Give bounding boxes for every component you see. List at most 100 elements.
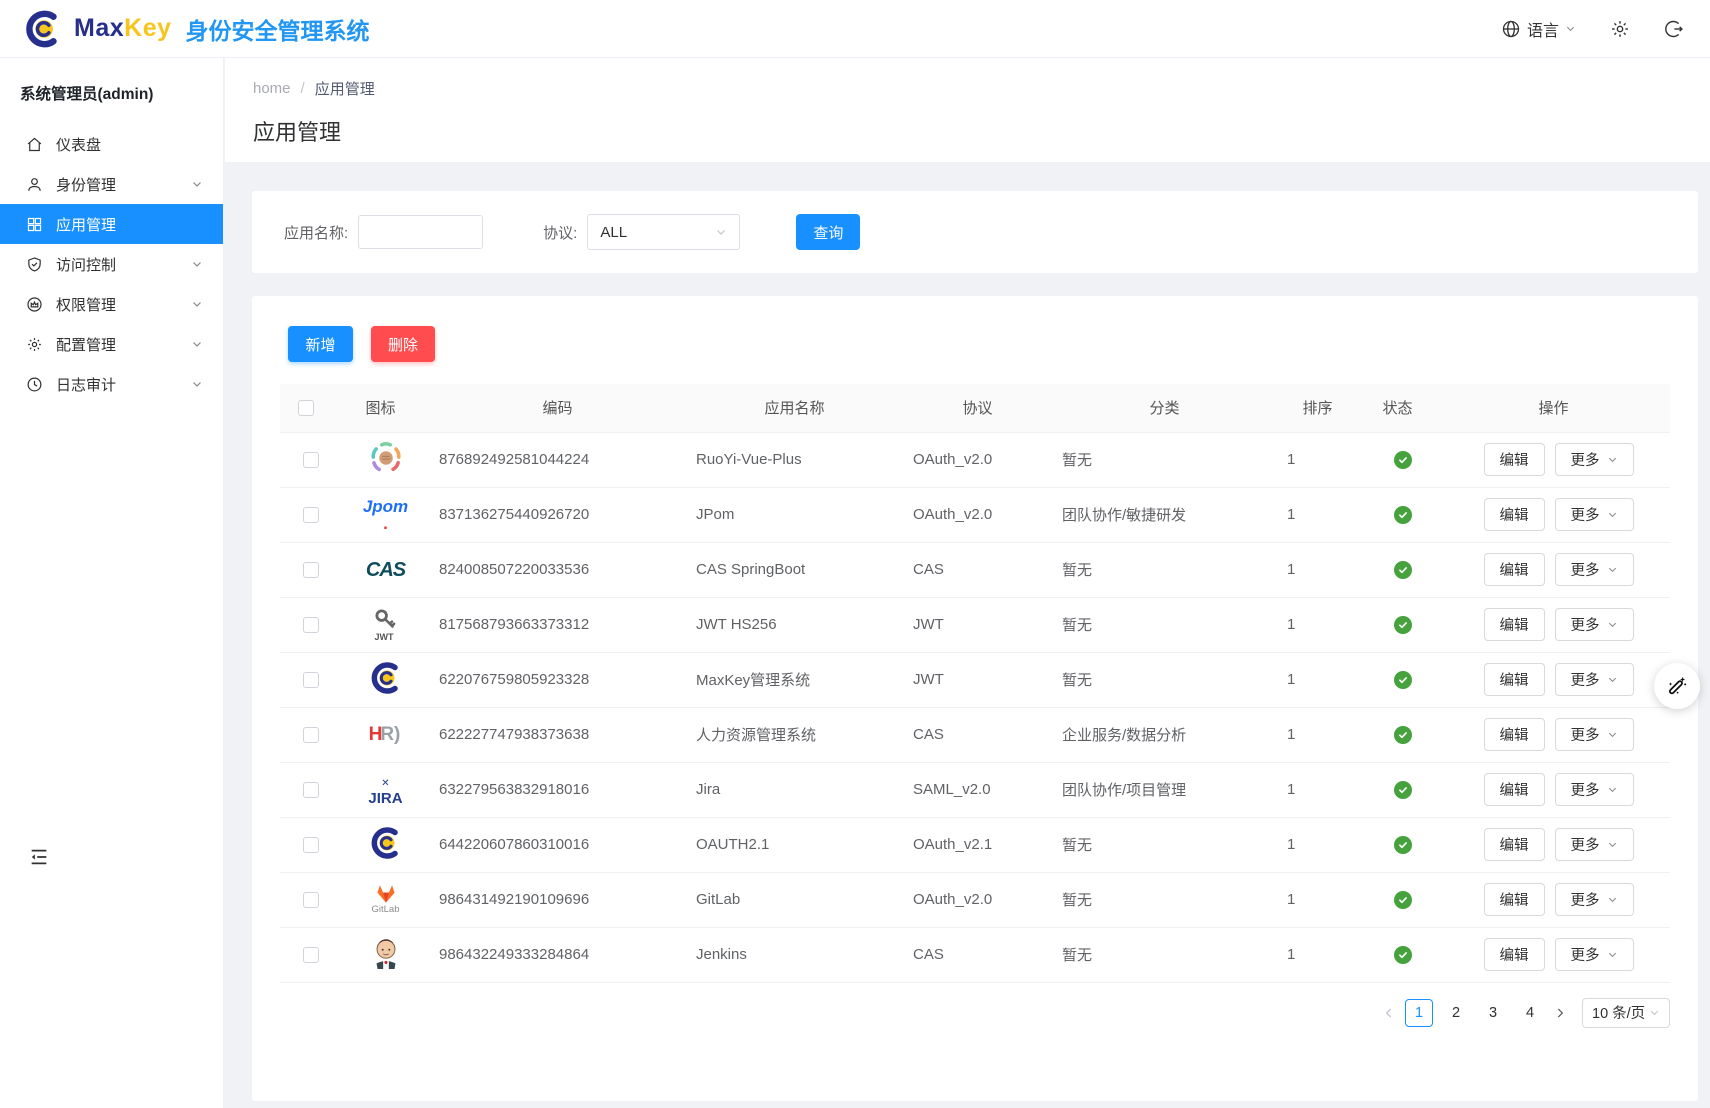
appstore-icon — [26, 216, 43, 233]
more-button[interactable]: 更多 — [1555, 883, 1634, 916]
protocol-label: 协议: — [543, 222, 577, 243]
cell-protocol: OAuth_v2.0 — [903, 432, 1052, 487]
chevron-down-icon — [1607, 454, 1618, 465]
row-checkbox[interactable] — [303, 562, 319, 578]
edit-button[interactable]: 编辑 — [1484, 553, 1545, 586]
more-button[interactable]: 更多 — [1555, 828, 1634, 861]
edit-button[interactable]: 编辑 — [1484, 938, 1545, 971]
gear-icon[interactable] — [1610, 19, 1630, 39]
chevron-down-icon — [1649, 1007, 1660, 1018]
pagination: 1234 10 条/页 — [252, 998, 1670, 1028]
globe-icon — [1501, 19, 1521, 39]
chevron-down-icon — [1607, 949, 1618, 960]
user-icon — [26, 176, 43, 193]
cell-icon: ✕JIRA — [332, 762, 429, 817]
protocol-select[interactable]: ALL — [587, 214, 740, 250]
edit-button[interactable]: 编辑 — [1484, 883, 1545, 916]
page-number-2[interactable]: 2 — [1442, 999, 1470, 1027]
cell-code: 824008507220033536 — [429, 542, 686, 597]
page-size-select[interactable]: 10 条/页 — [1582, 998, 1670, 1028]
edit-button[interactable]: 编辑 — [1484, 828, 1545, 861]
cell-status — [1358, 927, 1437, 982]
chevron-down-icon — [1607, 784, 1618, 795]
more-button[interactable]: 更多 — [1555, 553, 1634, 586]
more-button[interactable]: 更多 — [1555, 938, 1634, 971]
more-button[interactable]: 更多 — [1555, 718, 1634, 751]
cell-protocol: CAS — [903, 542, 1052, 597]
breadcrumb-home-link[interactable]: home — [253, 80, 291, 97]
row-checkbox[interactable] — [303, 617, 319, 633]
sidebar-item-label: 应用管理 — [56, 214, 116, 235]
row-checkbox[interactable] — [303, 672, 319, 688]
page-number-3[interactable]: 3 — [1479, 999, 1507, 1027]
row-checkbox[interactable] — [303, 727, 319, 743]
cell-category: 暂无 — [1052, 817, 1277, 872]
sidebar-item-setting[interactable]: 配置管理 — [0, 324, 223, 364]
column-header: 状态 — [1358, 384, 1437, 432]
more-button[interactable]: 更多 — [1555, 608, 1634, 641]
cell-icon — [332, 432, 429, 487]
pagination-next-icon[interactable] — [1553, 1006, 1567, 1020]
theme-wand-button[interactable] — [1654, 663, 1700, 709]
sidebar-item-label: 日志审计 — [56, 374, 116, 395]
cell-protocol: CAS — [903, 707, 1052, 762]
sidebar: 系统管理员(admin) 仪表盘身份管理应用管理访问控制权限管理配置管理日志审计 — [0, 58, 224, 1108]
cell-status — [1358, 707, 1437, 762]
row-checkbox[interactable] — [303, 782, 319, 798]
gitlab-logo-icon: GitLab — [372, 884, 400, 915]
more-button[interactable]: 更多 — [1555, 773, 1634, 806]
cell-status — [1358, 597, 1437, 652]
pagination-prev-icon[interactable] — [1382, 1006, 1396, 1020]
cell-icon — [332, 927, 429, 982]
cell-name: RuoYi-Vue-Plus — [686, 432, 903, 487]
row-checkbox[interactable] — [303, 452, 319, 468]
table-row: ✕JIRA632279563832918016JiraSAML_v2.0团队协作… — [280, 762, 1670, 817]
more-button[interactable]: 更多 — [1555, 443, 1634, 476]
breadcrumb: home / 应用管理 — [225, 58, 1710, 99]
cell-category: 团队协作/项目管理 — [1052, 762, 1277, 817]
app-name-input[interactable] — [358, 215, 483, 249]
cell-name: 人力资源管理系统 — [686, 707, 903, 762]
sidebar-item-safety[interactable]: 访问控制 — [0, 244, 223, 284]
table-row: 622076759805923328MaxKey管理系统JWT暂无1编辑更多 — [280, 652, 1670, 707]
delete-button[interactable]: 删除 — [371, 326, 435, 362]
language-label: 语言 — [1527, 17, 1559, 41]
sidebar-item-user[interactable]: 身份管理 — [0, 164, 223, 204]
cell-icon: JWT — [332, 597, 429, 652]
edit-button[interactable]: 编辑 — [1484, 443, 1545, 476]
logout-icon[interactable] — [1664, 19, 1684, 39]
edit-button[interactable]: 编辑 — [1484, 663, 1545, 696]
add-button[interactable]: 新增 — [288, 326, 353, 362]
row-checkbox[interactable] — [303, 892, 319, 908]
edit-button[interactable]: 编辑 — [1484, 498, 1545, 531]
sidebar-item-clock[interactable]: 日志审计 — [0, 364, 223, 404]
sidebar-item-crown[interactable]: 权限管理 — [0, 284, 223, 324]
edit-button[interactable]: 编辑 — [1484, 718, 1545, 751]
cell-protocol: OAuth_v2.0 — [903, 872, 1052, 927]
row-checkbox[interactable] — [303, 507, 319, 523]
more-button[interactable]: 更多 — [1555, 498, 1634, 531]
protocol-select-value: ALL — [600, 224, 627, 241]
cell-name: MaxKey管理系统 — [686, 652, 903, 707]
cell-icon — [332, 817, 429, 872]
maxkey-logo-icon — [368, 825, 404, 861]
select-all-checkbox[interactable] — [298, 400, 314, 416]
edit-button[interactable]: 编辑 — [1484, 773, 1545, 806]
language-switcher[interactable]: 语言 — [1501, 17, 1576, 41]
cell-icon: Jpom. — [332, 487, 429, 542]
row-checkbox[interactable] — [303, 947, 319, 963]
sidebar-item-home[interactable]: 仪表盘 — [0, 124, 223, 164]
cell-code: 876892492581044224 — [429, 432, 686, 487]
edit-button[interactable]: 编辑 — [1484, 608, 1545, 641]
sidebar-item-label: 访问控制 — [56, 254, 116, 275]
status-enabled-icon — [1394, 616, 1412, 634]
row-checkbox[interactable] — [303, 837, 319, 853]
page-number-1[interactable]: 1 — [1405, 999, 1433, 1027]
page-number-4[interactable]: 4 — [1516, 999, 1544, 1027]
sidebar-item-appstore[interactable]: 应用管理 — [0, 204, 223, 244]
cell-sort: 1 — [1277, 707, 1358, 762]
more-button[interactable]: 更多 — [1555, 663, 1634, 696]
cell-protocol: JWT — [903, 652, 1052, 707]
search-button[interactable]: 查询 — [796, 214, 860, 250]
menu-fold-icon[interactable] — [28, 846, 50, 868]
